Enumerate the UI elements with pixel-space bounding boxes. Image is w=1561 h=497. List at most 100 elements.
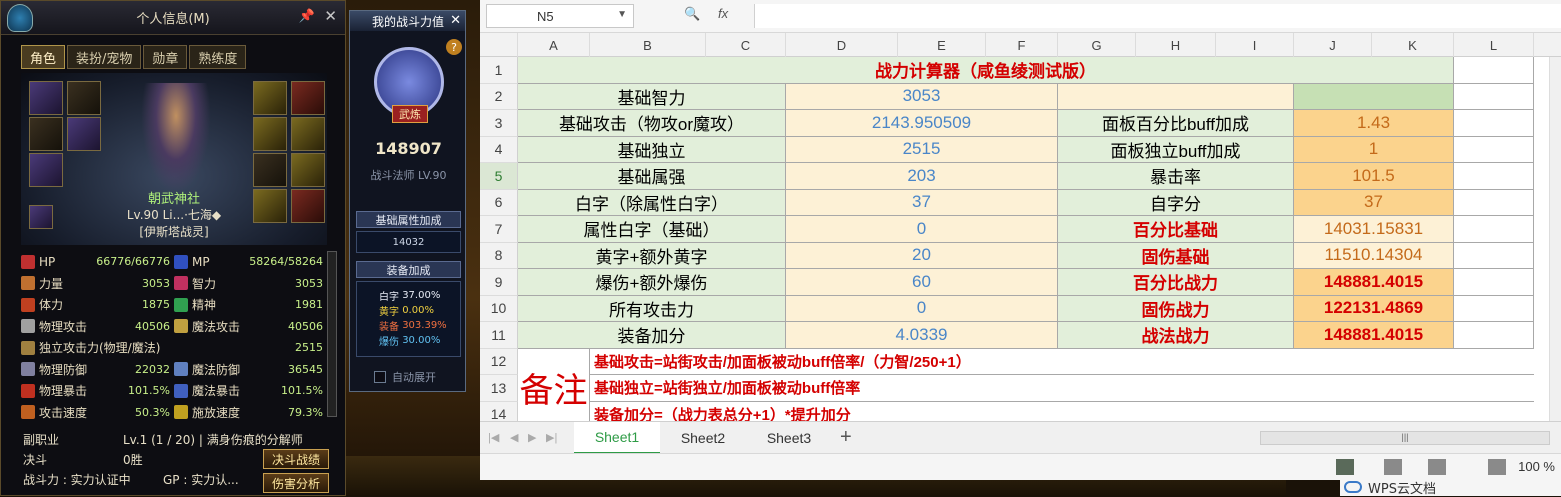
column-header[interactable]: D [786,33,898,57]
equip-slot[interactable] [253,81,287,115]
equip-slot[interactable] [67,81,101,115]
label-cell[interactable]: 百分比基础 [1058,216,1294,243]
equip-slot[interactable] [253,117,287,151]
value-cell[interactable]: 2143.950509 [786,110,1058,137]
value-cell[interactable] [1294,83,1454,110]
cell[interactable] [1454,57,1534,84]
value-cell[interactable]: 14031.15831 [1294,216,1454,243]
tab-sheet1[interactable]: Sheet1 [574,422,660,454]
chevron-down-icon[interactable]: ▼ [617,9,627,20]
column-header[interactable]: E [898,33,986,57]
damage-analysis-button[interactable]: 伤害分析 [263,473,329,493]
cell[interactable] [1454,163,1534,190]
label-cell[interactable]: 面板独立buff加成 [1058,136,1294,163]
row-header[interactable]: 8 [480,242,518,269]
equip-slot[interactable] [253,153,287,187]
row-header[interactable]: 7 [480,216,518,243]
equip-slot[interactable] [29,117,63,151]
auto-expand-checkbox[interactable] [374,371,386,383]
column-header[interactable]: G [1058,33,1136,57]
column-header[interactable]: A [518,33,590,57]
equip-slot[interactable] [291,81,325,115]
last-sheet-icon[interactable]: ▶| [546,431,557,444]
column-header[interactable]: J [1294,33,1372,57]
character-window-titlebar[interactable]: 个人信息(M) 📌 ✕ [1,1,345,35]
row-header[interactable]: 9 [480,269,518,296]
label-cell[interactable]: 爆伤+额外爆伤 [518,269,786,296]
cell[interactable] [1454,83,1534,110]
label-cell[interactable]: 属性白字（基础） [518,216,786,243]
pin-icon[interactable]: 📌 [299,9,315,24]
wps-cloud-button[interactable]: WPS云文档 [1340,478,1561,497]
page-layout-icon[interactable] [1428,459,1446,475]
tab-sheet2[interactable]: Sheet2 [660,422,746,454]
row-header[interactable]: 2 [480,83,518,110]
column-header[interactable]: C [706,33,786,57]
tab-proficiency[interactable]: 熟练度 [189,45,247,69]
cell[interactable] [1454,295,1534,322]
cell[interactable] [1454,322,1534,349]
label-cell[interactable]: 基础独立 [518,136,786,163]
page-break-view-icon[interactable] [1384,459,1402,475]
cell[interactable] [1454,189,1534,216]
equip-slot[interactable] [67,117,101,151]
column-header[interactable]: K [1372,33,1454,57]
remark-text[interactable]: 基础攻击=站街攻击/加面板被动buff倍率/（力智/250+1） [590,349,1534,375]
label-cell[interactable]: 自字分 [1058,189,1294,216]
row-header[interactable]: 5 [480,163,518,190]
add-sheet-icon[interactable]: + [840,426,852,449]
value-cell[interactable]: 101.5 [1294,163,1454,190]
row-header[interactable]: 11 [480,322,518,349]
equip-slot[interactable] [291,117,325,151]
value-cell[interactable]: 148881.4015 [1294,322,1454,349]
label-cell[interactable]: 基础智力 [518,83,786,110]
value-cell[interactable]: 0 [786,216,1058,243]
value-cell[interactable]: 148881.4015 [1294,269,1454,296]
column-header[interactable]: F [986,33,1058,57]
name-box[interactable]: N5 ▼ [486,4,634,28]
remark-label[interactable]: 备注 [518,348,590,428]
cell[interactable] [1454,110,1534,137]
combat-power-titlebar[interactable]: 我的战斗力值 ✕ [350,11,465,31]
label-cell[interactable]: 装备加分 [518,322,786,349]
value-cell[interactable]: 20 [786,242,1058,269]
value-cell[interactable]: 1 [1294,136,1454,163]
value-cell[interactable]: 3053 [786,83,1058,110]
label-cell[interactable]: 基础攻击（物攻or魔攻） [518,110,786,137]
row-header[interactable]: 3 [480,110,518,137]
equip-slot[interactable] [291,153,325,187]
horizontal-scrollbar[interactable]: ||| [1260,431,1550,445]
value-cell[interactable]: 203 [786,163,1058,190]
row-header[interactable]: 6 [480,189,518,216]
next-sheet-icon[interactable]: ▶ [528,431,536,444]
normal-view-icon[interactable] [1336,459,1354,475]
remark-text[interactable]: 基础独立=站街独立/加面板被动buff倍率 [590,375,1534,402]
fx-icon[interactable]: fx [718,6,728,21]
value-cell[interactable]: 37 [1294,189,1454,216]
tab-character[interactable]: 角色 [21,45,66,69]
row-header[interactable]: 12 [480,348,518,375]
label-cell[interactable]: 黄字+额外黄字 [518,242,786,269]
help-icon[interactable]: ? [446,39,462,55]
tab-costume-pet[interactable]: 装扮/宠物 [67,45,142,69]
label-cell[interactable]: 固伤基础 [1058,242,1294,269]
equip-slot[interactable] [29,81,63,115]
first-sheet-icon[interactable]: |◀ [488,431,499,444]
label-cell[interactable]: 暴击率 [1058,163,1294,190]
close-icon[interactable]: ✕ [450,13,461,28]
equip-slot[interactable] [29,153,63,187]
duel-record-button[interactable]: 决斗战绩 [263,449,329,469]
value-cell[interactable]: 1.43 [1294,110,1454,137]
column-header[interactable]: H [1136,33,1216,57]
close-icon[interactable]: ✕ [324,7,337,25]
vertical-scrollbar[interactable] [1549,57,1561,421]
value-cell[interactable]: 37 [786,189,1058,216]
column-header[interactable]: L [1454,33,1534,57]
select-all-corner[interactable] [480,33,518,57]
zoom-level[interactable]: 100 % [1518,459,1555,474]
auto-expand-toggle[interactable]: 自动展开 [374,369,436,385]
label-cell[interactable] [1058,83,1294,110]
label-cell[interactable]: 面板百分比buff加成 [1058,110,1294,137]
stats-scrollbar[interactable] [327,251,337,417]
value-cell[interactable]: 0 [786,295,1058,322]
